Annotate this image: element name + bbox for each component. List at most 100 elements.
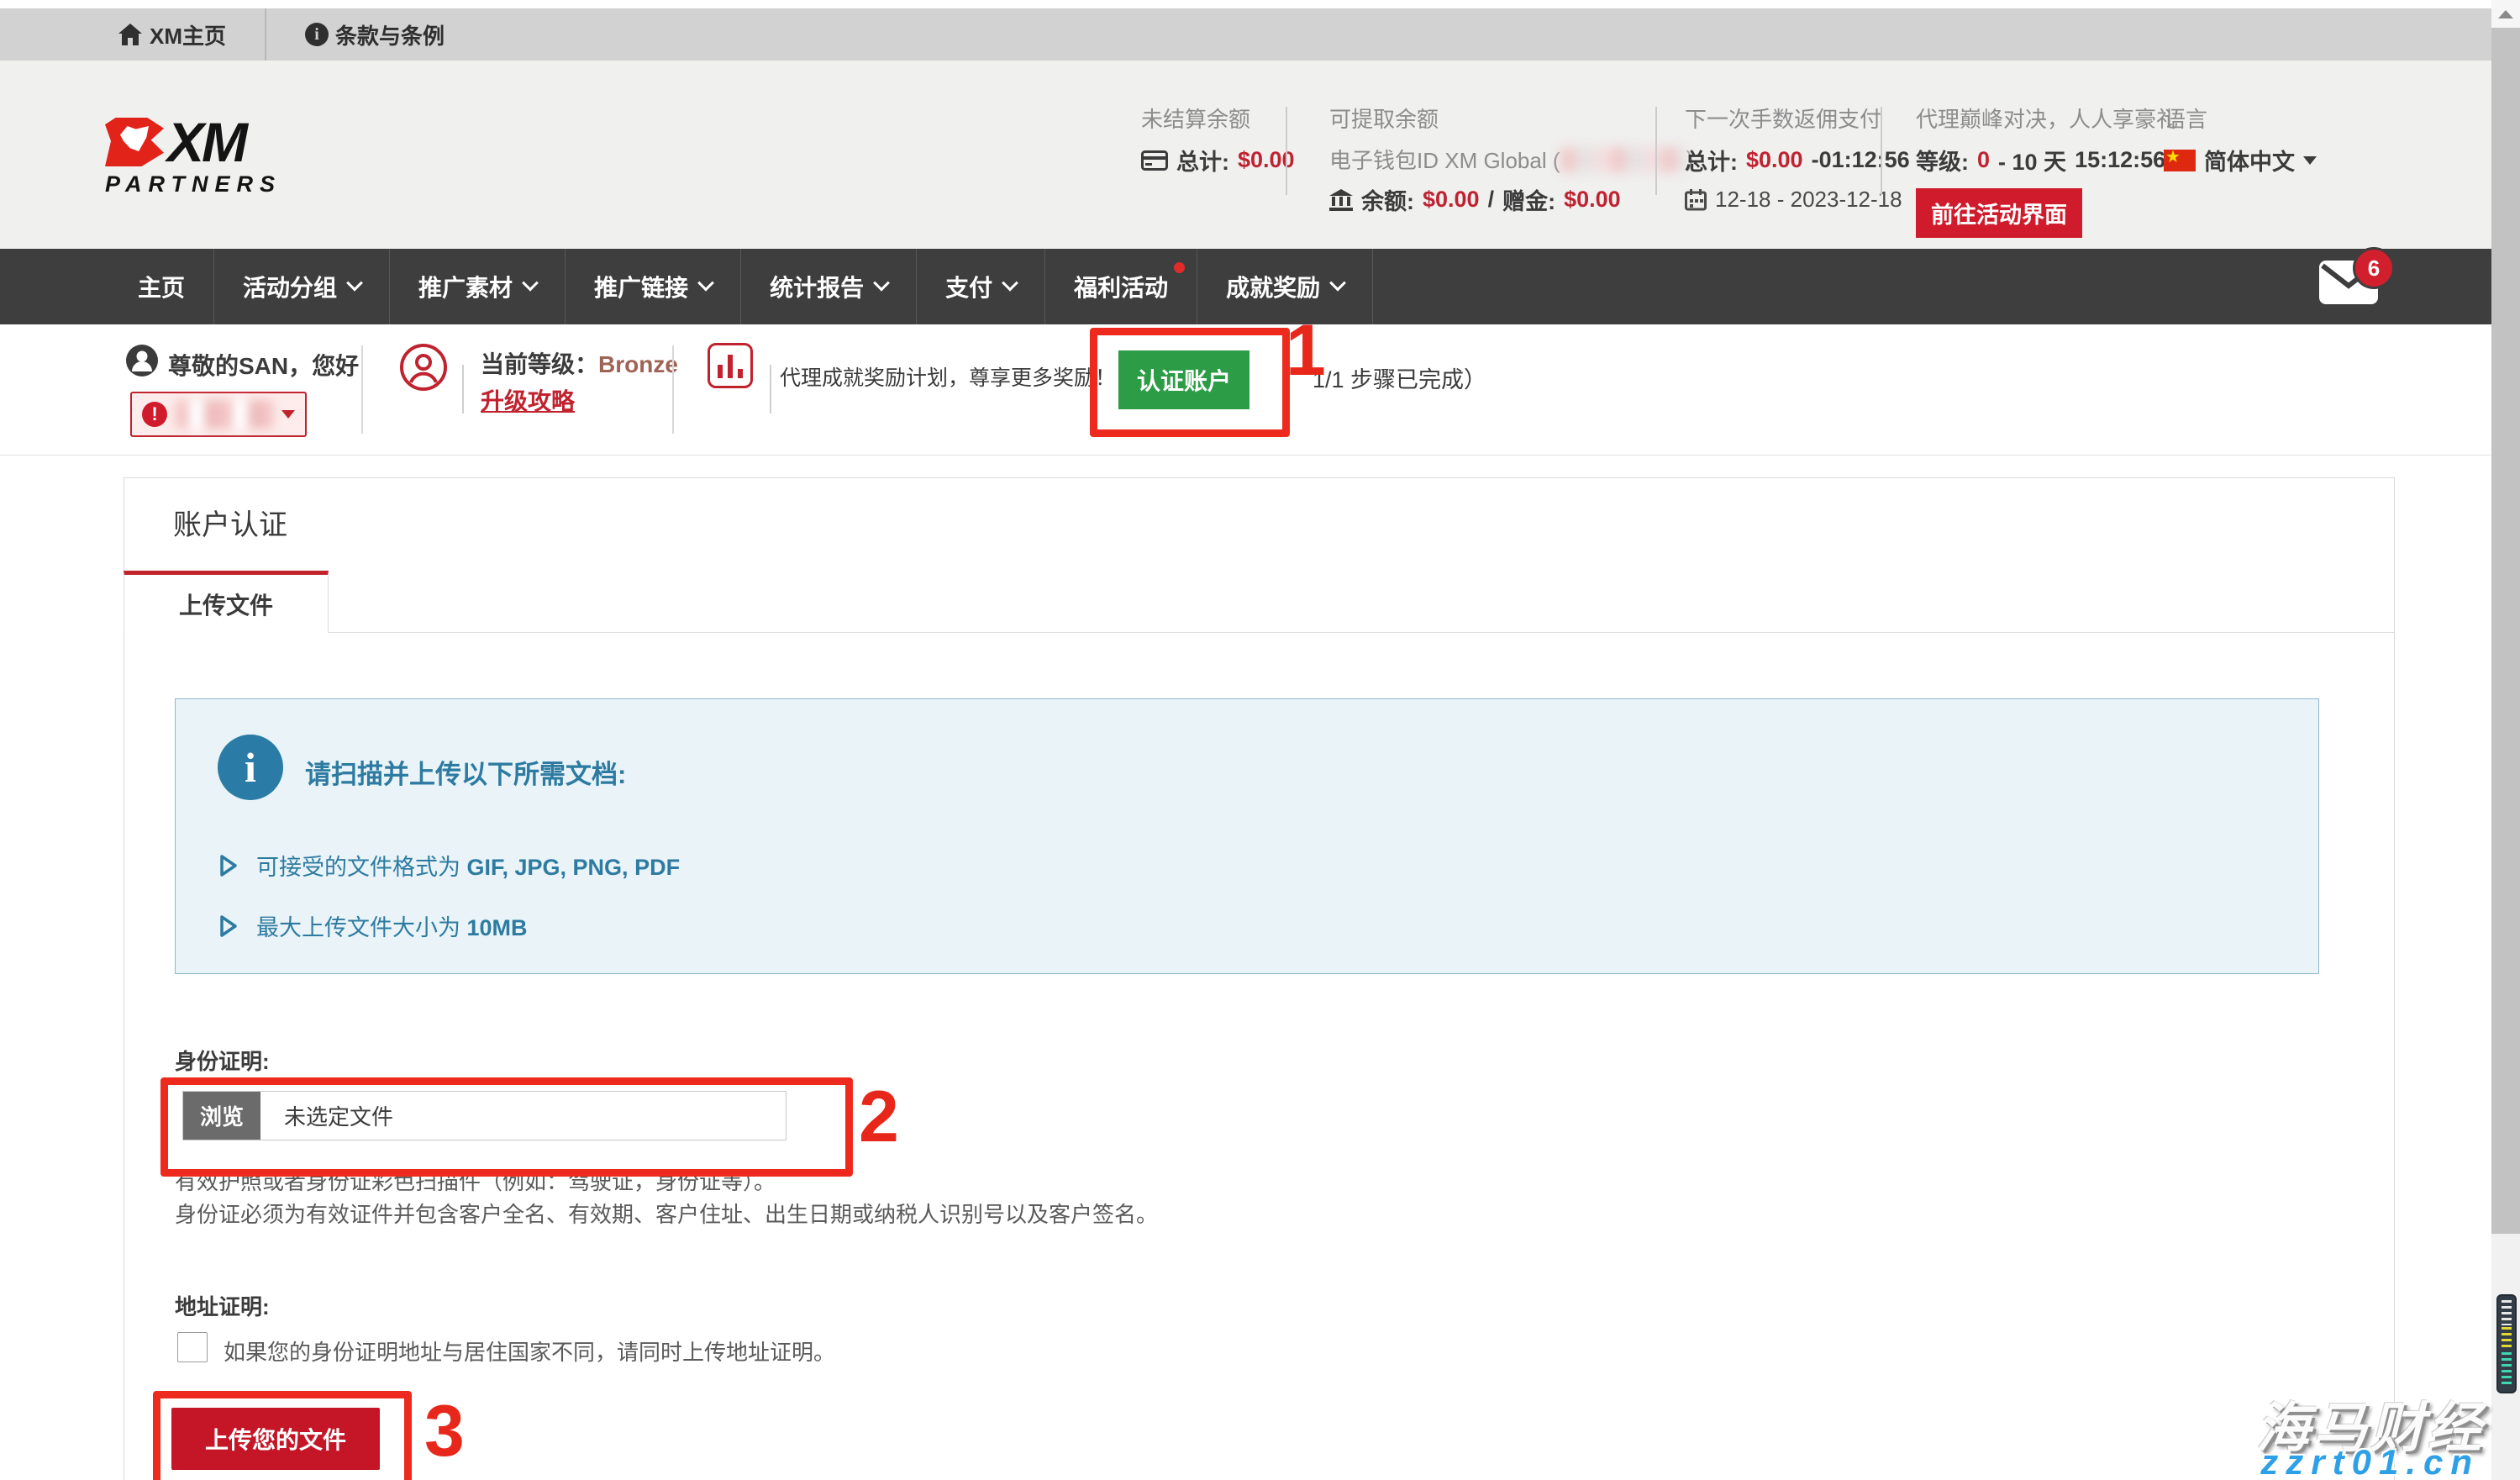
scrollbar-up-arrow[interactable]	[2491, 0, 2520, 28]
nav-promo-links[interactable]: 推广链接	[566, 249, 740, 324]
userbar-divider-small	[462, 365, 464, 413]
next-total-label: 总计:	[1685, 144, 1738, 176]
nav-label: 统计报告	[770, 270, 864, 303]
header-divider	[1655, 107, 1657, 195]
triangle-bullet-icon	[219, 914, 238, 938]
steps-completed-text: 1/1 步骤已完成）	[1313, 361, 1486, 394]
userbar-divider-small	[770, 365, 771, 413]
nav-payments[interactable]: 支付	[917, 249, 1044, 324]
chevron-down-icon	[346, 275, 363, 292]
upgrade-guide-link[interactable]: 升级攻略	[481, 383, 575, 417]
level-label: 等级:	[1916, 144, 1969, 176]
next-total-value: $0.00	[1746, 147, 1803, 173]
user-bar: 尊敬的SAN，您好 ! 当前等级：Bronze 升级攻略 代理成就奖励计划，尊享…	[0, 324, 2491, 456]
nav-label: 福利活动	[1074, 270, 1168, 303]
language-selector[interactable]: ★ 简体中文	[2164, 144, 2317, 176]
instructions-heading: 请扫描并上传以下所需文档:	[305, 753, 626, 791]
level-person-icon	[399, 343, 448, 392]
nav-promo-materials[interactable]: 推广素材	[390, 249, 565, 324]
user-icon	[126, 345, 158, 377]
unsettled-label: 未结算余额	[1141, 103, 1295, 134]
main-nav: 主页 活动分组 推广素材 推广链接 统计报告 支付 福利活动 成就奖励 6	[0, 249, 2491, 324]
messages-button[interactable]: 6	[2319, 261, 2378, 313]
chevron-down-icon	[697, 275, 714, 292]
nav-home[interactable]: 主页	[109, 249, 213, 324]
meter-yellow-segment	[2502, 1327, 2512, 1351]
watermark-url: zzrt01.cn	[2260, 1442, 2480, 1480]
level-meter-widget	[2496, 1294, 2517, 1393]
chevron-down-icon	[281, 410, 295, 419]
payment-date-range: 12-18 - 2023-12-18	[1715, 187, 1902, 213]
identity-file-input[interactable]: 浏览 未选定文件	[182, 1091, 787, 1140]
upload-instructions-box: i 请扫描并上传以下所需文档: 可接受的文件格式为 GIF, JPG, PNG,…	[175, 698, 2319, 974]
nav-label: 支付	[945, 270, 992, 303]
chevron-down-icon	[873, 275, 890, 292]
arrow-up-icon	[2498, 10, 2513, 18]
identity-proof-label: 身份证明:	[175, 1045, 270, 1076]
nav-home-label: 主页	[138, 270, 185, 303]
logo-partners-text: PARTNERS	[105, 171, 281, 198]
browse-button[interactable]: 浏览	[183, 1092, 260, 1140]
chevron-down-icon	[1002, 275, 1018, 292]
nav-achievements[interactable]: 成就奖励	[1197, 249, 1372, 324]
level-value: 0	[1977, 147, 1990, 173]
accepted-formats-bullet: 可接受的文件格式为 GIF, JPG, PNG, PDF	[219, 849, 680, 882]
meter-white-segment	[2502, 1300, 2512, 1325]
language-value: 简体中文	[2204, 144, 2295, 176]
page: XM主页 i 条款与条例 XM PARTNERS 未结算余额 总计: $0.00	[0, 0, 2520, 1480]
withdrawable-label: 可提取余额	[1329, 103, 1693, 134]
wallet-id-line: 电子钱包ID XM Global ( )	[1329, 144, 1693, 175]
xm-home-link[interactable]: XM主页	[118, 19, 226, 50]
logo-xm-text: XM	[167, 118, 245, 166]
chevron-down-icon	[1329, 275, 1346, 292]
userbar-divider	[672, 345, 674, 434]
nav-benefits[interactable]: 福利活动	[1045, 249, 1197, 324]
tab-upload-documents[interactable]: 上传文件	[124, 571, 329, 633]
next-payment-section: 下一次手数返佣支付 总计: $0.00 -01:12:56 12-18 - 20…	[1685, 103, 1910, 213]
bar-chart-icon	[708, 343, 753, 388]
upload-your-files-button[interactable]: 上传您的文件	[171, 1408, 380, 1470]
balance-value: $0.00	[1423, 187, 1480, 213]
scrollbar-thumb[interactable]	[2491, 28, 2520, 1234]
unsettled-balance-section: 未结算余额 总计: $0.00	[1141, 103, 1295, 176]
chevron-down-icon	[522, 275, 539, 292]
terms-link[interactable]: i 条款与条例	[305, 19, 445, 50]
userbar-divider	[361, 345, 363, 434]
bank-icon	[1329, 189, 1353, 211]
account-selector-dropdown[interactable]: !	[130, 392, 307, 437]
verify-account-button[interactable]: 认证账户	[1118, 350, 1249, 409]
address-proof-label: 地址证明:	[175, 1290, 270, 1321]
nav-label: 成就奖励	[1226, 270, 1320, 303]
bonus-label: 赠金:	[1502, 183, 1555, 216]
nav-reports[interactable]: 统计报告	[741, 249, 916, 324]
bullet-bold: GIF, JPG, PNG, PDF	[467, 855, 681, 880]
achievement-promo-text: 代理成就奖励计划，尊享更多奖励！	[780, 361, 1116, 392]
redacted-account-number	[176, 400, 273, 429]
language-section: 语言 ★ 简体中文	[2164, 103, 2317, 176]
calendar-icon	[1685, 189, 1707, 211]
nav-separator	[1372, 249, 1373, 324]
tab-row: 上传文件	[124, 571, 2394, 633]
nav-label: 活动分组	[243, 270, 337, 303]
header: XM PARTNERS 未结算余额 总计: $0.00 可提取余额 电子钱包ID…	[0, 61, 2491, 249]
language-label: 语言	[2164, 103, 2317, 134]
xm-partners-logo[interactable]: XM PARTNERS	[105, 118, 281, 198]
bullet-text: 可接受的文件格式为	[256, 855, 467, 880]
bonus-value: $0.00	[1564, 187, 1621, 213]
nav-activity-groups[interactable]: 活动分组	[214, 249, 389, 324]
meter-green-segment	[2502, 1352, 2512, 1388]
address-proof-checkbox-label: 如果您的身份证明地址与居住国家不同，请同时上传地址证明。	[224, 1335, 835, 1367]
chevron-down-icon	[2303, 156, 2317, 165]
address-proof-checkbox[interactable]	[177, 1332, 208, 1362]
unsettled-total-label: 总计:	[1176, 144, 1229, 176]
scrollbar-track[interactable]	[2491, 0, 2520, 1480]
wallet-id-prefix: 电子钱包ID XM Global (	[1329, 144, 1560, 175]
next-countdown: -01:12:56	[1812, 147, 1910, 173]
current-level-label: 当前等级：	[481, 351, 598, 377]
identity-description: 有效护照或者身份证彩色扫描件（例如：驾驶证，身份证等）。 身份证必须为有效证件并…	[175, 1166, 1158, 1231]
go-to-activity-button[interactable]: 前往活动界面	[1916, 188, 2082, 238]
triangle-bullet-icon	[219, 854, 238, 877]
header-divider	[1881, 107, 1882, 195]
bullet-text: 最大上传文件大小为	[256, 915, 467, 940]
terms-label: 条款与条例	[335, 19, 445, 50]
